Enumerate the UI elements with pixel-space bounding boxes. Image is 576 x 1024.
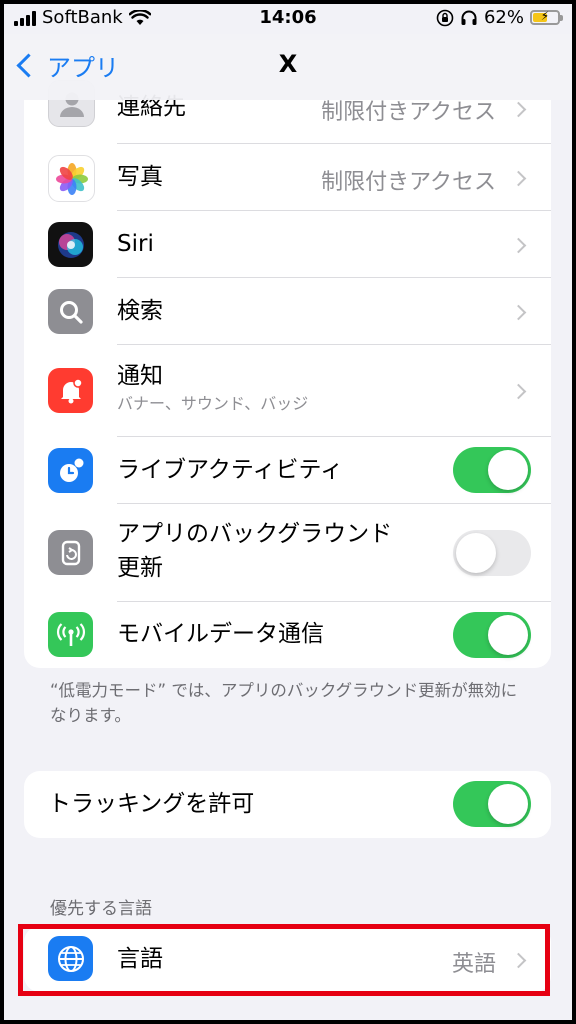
battery-icon: ⚡ bbox=[530, 9, 563, 25]
headphones-icon bbox=[461, 10, 477, 25]
chevron-right-icon bbox=[510, 237, 527, 254]
language-label: 言語 bbox=[117, 946, 163, 972]
tracking-label: トラッキングを許可 bbox=[48, 791, 255, 817]
list-item-search[interactable]: 検索 bbox=[24, 278, 551, 345]
list-item-photos[interactable]: 写真 制限付きアクセス bbox=[24, 144, 551, 211]
siri-icon bbox=[48, 222, 93, 267]
background-refresh-toggle[interactable] bbox=[453, 530, 531, 576]
low-power-footnote: “低電力モード” では、アプリのバックグラウンド更新が無効になります。 bbox=[50, 681, 518, 725]
globe-icon bbox=[48, 936, 93, 981]
chevron-right-icon bbox=[510, 101, 527, 118]
search-icon bbox=[48, 289, 93, 334]
chevron-right-icon bbox=[510, 170, 527, 187]
language-group: 言語 英語 bbox=[24, 926, 551, 992]
list-item-language[interactable]: 言語 英語 bbox=[24, 926, 551, 992]
live-activities-toggle[interactable] bbox=[453, 447, 531, 493]
antenna-icon bbox=[48, 612, 93, 657]
photos-icon bbox=[48, 155, 95, 202]
live-activities-label: ライブアクティビティ bbox=[117, 457, 344, 483]
settings-screen: SoftBank 14:06 62% ⚡ アプリ X 連絡先 制限付きアクセス … bbox=[4, 4, 572, 1020]
live-activity-icon bbox=[48, 448, 93, 493]
chevron-right-icon bbox=[510, 952, 527, 969]
background-refresh-icon bbox=[48, 530, 93, 575]
tracking-group: トラッキングを許可 bbox=[24, 771, 551, 838]
battery-percent: 62% bbox=[483, 7, 524, 28]
list-item-cellular-data: モバイルデータ通信 bbox=[24, 602, 551, 668]
chevron-right-icon bbox=[510, 304, 527, 321]
search-label: 検索 bbox=[117, 298, 163, 324]
notifications-label: 通知 bbox=[117, 363, 163, 389]
list-item-tracking: トラッキングを許可 bbox=[24, 771, 551, 838]
chevron-right-icon bbox=[510, 383, 527, 400]
page-title: X bbox=[278, 50, 298, 78]
photos-value: 制限付きアクセス bbox=[321, 170, 496, 195]
tracking-toggle[interactable] bbox=[453, 781, 531, 827]
notifications-sublabel: バナー、サウンド、バッジ bbox=[117, 394, 309, 413]
cellular-data-label: モバイルデータ通信 bbox=[117, 621, 324, 647]
orientation-lock-icon bbox=[436, 9, 454, 26]
list-item-notifications[interactable]: 通知 バナー、サウンド、バッジ bbox=[24, 345, 551, 437]
siri-label: Siri bbox=[117, 231, 154, 257]
language-section-header: 優先する言語 bbox=[50, 899, 152, 919]
notification-bell-icon bbox=[48, 368, 93, 413]
status-right: 62% ⚡ bbox=[436, 7, 563, 28]
background-refresh-label: アプリのバックグラウンド更新 bbox=[117, 521, 393, 581]
permissions-group: 連絡先 制限付きアクセス 写真 制限付きアクセス Siri 検索 通知 バナー、… bbox=[24, 44, 551, 668]
list-item-background-refresh: アプリのバックグラウンド更新 bbox=[24, 504, 551, 602]
list-item-siri[interactable]: Siri bbox=[24, 211, 551, 278]
language-value: 英語 bbox=[451, 952, 496, 977]
navigation-bar: アプリ X bbox=[4, 34, 572, 100]
status-bar: SoftBank 14:06 62% ⚡ bbox=[4, 4, 572, 34]
list-item-live-activities: ライブアクティビティ bbox=[24, 437, 551, 504]
cellular-data-toggle[interactable] bbox=[453, 612, 531, 658]
